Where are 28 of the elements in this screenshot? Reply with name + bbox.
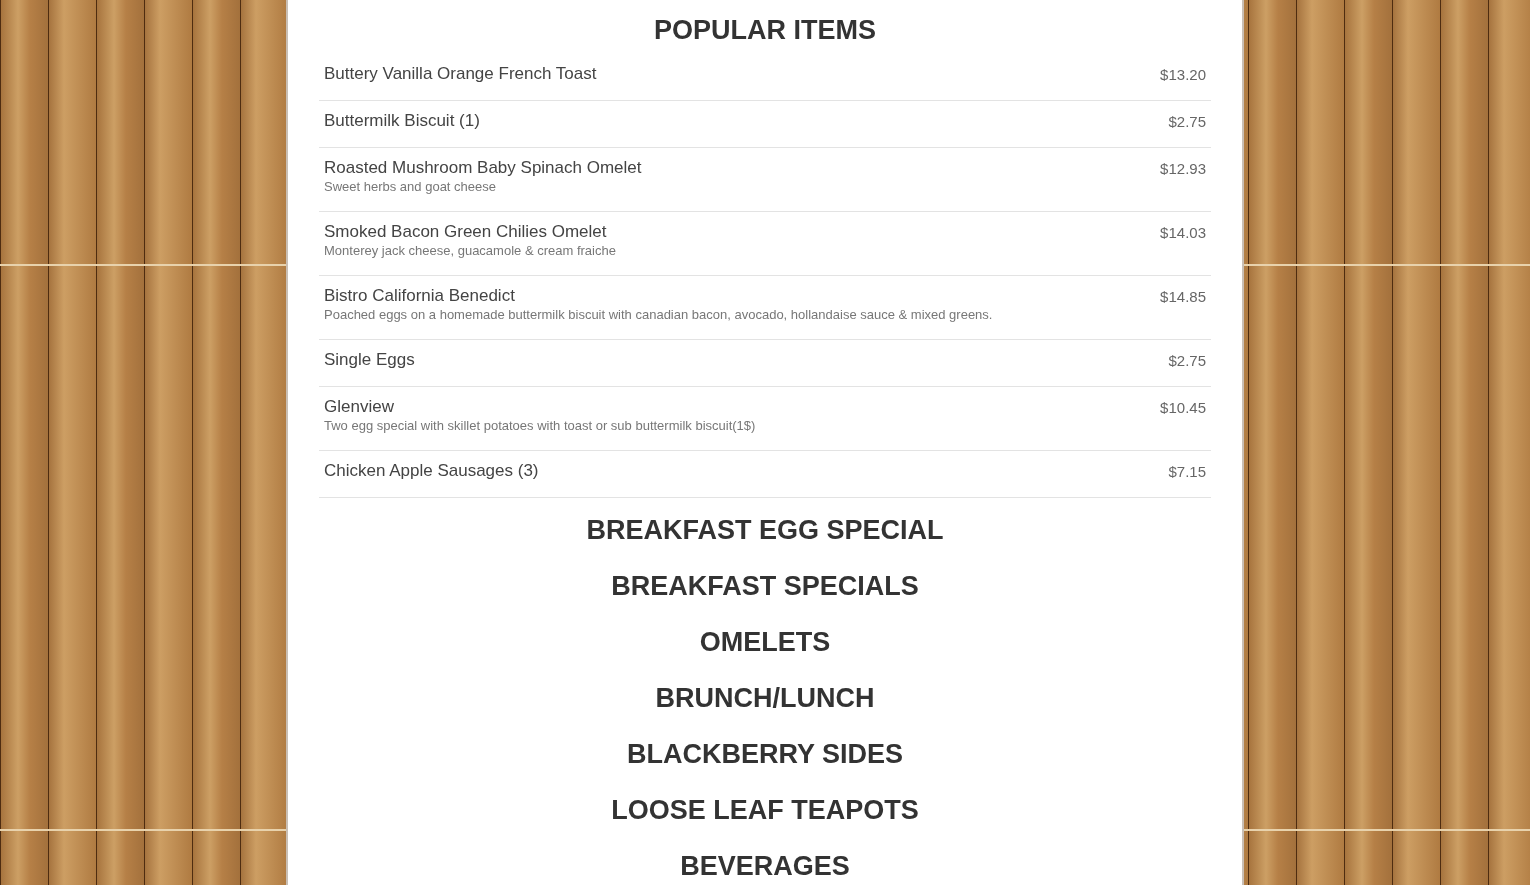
item-name: Roasted Mushroom Baby Spinach Omelet [324,158,642,178]
item-name: Single Eggs [324,350,415,370]
section-heading: BEVERAGES [679,851,851,881]
item-name: Chicken Apple Sausages (3) [324,461,539,481]
item-description: Two egg special with skillet potatoes with toast or sub buttermilk biscuit(1$) [324,417,756,435]
item-price: $2.75 [1168,351,1206,371]
item-name: Smoked Bacon Green Chilies Omelet [324,222,608,242]
section-heading: BREAKFAST SPECIALS [610,571,920,601]
item-name: Buttermilk Biscuit (1) [324,111,480,131]
item-price: $14.85 [1160,287,1206,307]
item-description: Poached eggs on a homemade buttermilk biscuit with canadian bacon, avocado, hollandaise sauce & mixed greens. [324,306,993,324]
item-description: Monterey jack cheese, guacamole & cream fraiche [324,242,616,260]
item-price: $2.75 [1168,112,1206,132]
section-heading: BLACKBERRY SIDES [625,739,904,769]
item-price: $12.93 [1160,159,1206,179]
item-price: $7.15 [1168,462,1206,482]
item-price: $13.20 [1160,65,1206,85]
section-heading: OMELETS [698,627,832,657]
section-heading: BREAKFAST EGG SPECIAL [585,515,945,545]
item-price: $10.45 [1160,398,1206,418]
item-name: Glenview [324,397,395,417]
item-price: $14.03 [1160,223,1206,243]
item-name: Bistro California Benedict [324,286,516,306]
item-description: Sweet herbs and goat cheese [324,178,497,196]
section-heading: BRUNCH/LUNCH [654,683,876,713]
section-heading: LOOSE LEAF TEAPOTS [610,795,920,825]
section-heading: POPULAR ITEMS [653,14,877,46]
item-name: Buttery Vanilla Orange French Toast [324,64,597,84]
